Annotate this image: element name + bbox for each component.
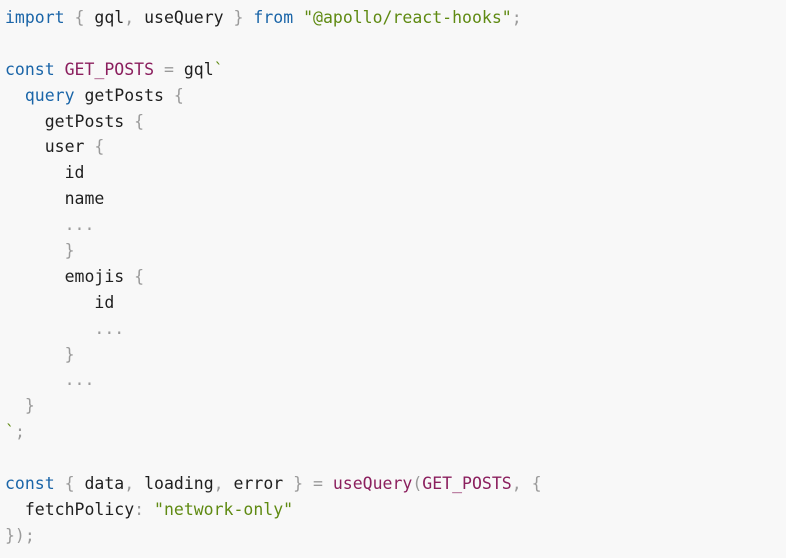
code-line: ...: [5, 367, 786, 393]
code-token: name: [5, 189, 105, 209]
code-token: (: [412, 474, 423, 494]
code-token: ...: [64, 215, 95, 235]
code-token: loading: [134, 474, 214, 494]
code-line: }: [5, 393, 786, 419]
code-token: {: [531, 474, 542, 494]
code-token: fetchPolicy: [5, 499, 135, 519]
code-token: {: [94, 137, 105, 157]
code-token: :: [134, 499, 145, 519]
code-token: =: [313, 474, 323, 494]
code-token: id: [5, 163, 85, 183]
code-token: ;: [511, 8, 522, 27]
code-token: ,: [124, 8, 135, 27]
code-line: const { data, loading, error } = useQuer…: [5, 471, 786, 497]
code-token: ;: [14, 422, 25, 442]
code-token: {: [173, 85, 184, 105]
code-line: id: [5, 160, 786, 186]
code-token: error: [223, 474, 294, 494]
code-token: ...: [94, 318, 125, 338]
code-token: ,: [511, 474, 522, 494]
code-token: ...: [64, 370, 95, 390]
code-token: ,: [213, 474, 224, 494]
code-token: {: [134, 111, 145, 131]
code-token: }: [64, 241, 75, 261]
code-token: gql: [173, 59, 214, 79]
code-token: GET_POSTS: [64, 59, 155, 79]
code-line: ​: [5, 31, 786, 57]
code-line: ​: [5, 445, 786, 471]
code-line: user {: [5, 134, 786, 160]
code-line: getPosts {: [5, 109, 786, 135]
code-token: user: [5, 137, 95, 157]
code-line: id: [5, 290, 786, 316]
code-token: =: [163, 59, 174, 79]
code-token: query: [24, 85, 75, 105]
code-line: ...: [5, 316, 786, 342]
code-token: {: [134, 266, 145, 286]
code-token: }: [293, 474, 304, 494]
code-line: import { gql, useQuery } from "@apollo/r…: [5, 5, 786, 31]
code-token: from: [253, 8, 294, 27]
code-token: {: [74, 8, 85, 27]
code-token: useQuery: [134, 8, 234, 27]
code-token: GET_POSTS: [422, 474, 512, 494]
code-token: id: [5, 292, 115, 312]
code-block: import { gql, useQuery } from "@apollo/r…: [0, 0, 786, 558]
code-line: }: [5, 238, 786, 264]
code-token: });: [5, 525, 35, 545]
code-token: `: [213, 59, 224, 79]
code-line: `;: [5, 419, 786, 445]
code-line: query getPosts {: [5, 83, 786, 109]
code-token: }: [24, 396, 35, 416]
code-line: });: [5, 523, 786, 549]
code-token: {: [64, 474, 75, 494]
code-token: data: [74, 474, 125, 494]
code-line: ...: [5, 212, 786, 238]
code-token: `: [5, 422, 15, 442]
code-line: }: [5, 342, 786, 368]
code-token: const: [5, 474, 55, 494]
code-token: useQuery: [332, 474, 413, 494]
code-token: "@apollo/react-hooks": [303, 8, 512, 27]
code-token: ,: [124, 474, 135, 494]
code-line: fetchPolicy: "network-only": [5, 497, 786, 523]
code-line: name: [5, 186, 786, 212]
code-token: getPosts: [74, 85, 174, 105]
code-token: }: [64, 344, 75, 364]
code-token: const: [5, 59, 55, 79]
code-token: getPosts: [5, 111, 135, 131]
code-token: gql: [84, 8, 125, 27]
code-line: emojis {: [5, 264, 786, 290]
code-token: }: [233, 8, 244, 27]
code-line: const GET_POSTS = gql`: [5, 57, 786, 83]
code-token: import: [5, 8, 65, 27]
code-token: emojis: [5, 266, 135, 286]
code-token: "network-only": [154, 499, 294, 519]
